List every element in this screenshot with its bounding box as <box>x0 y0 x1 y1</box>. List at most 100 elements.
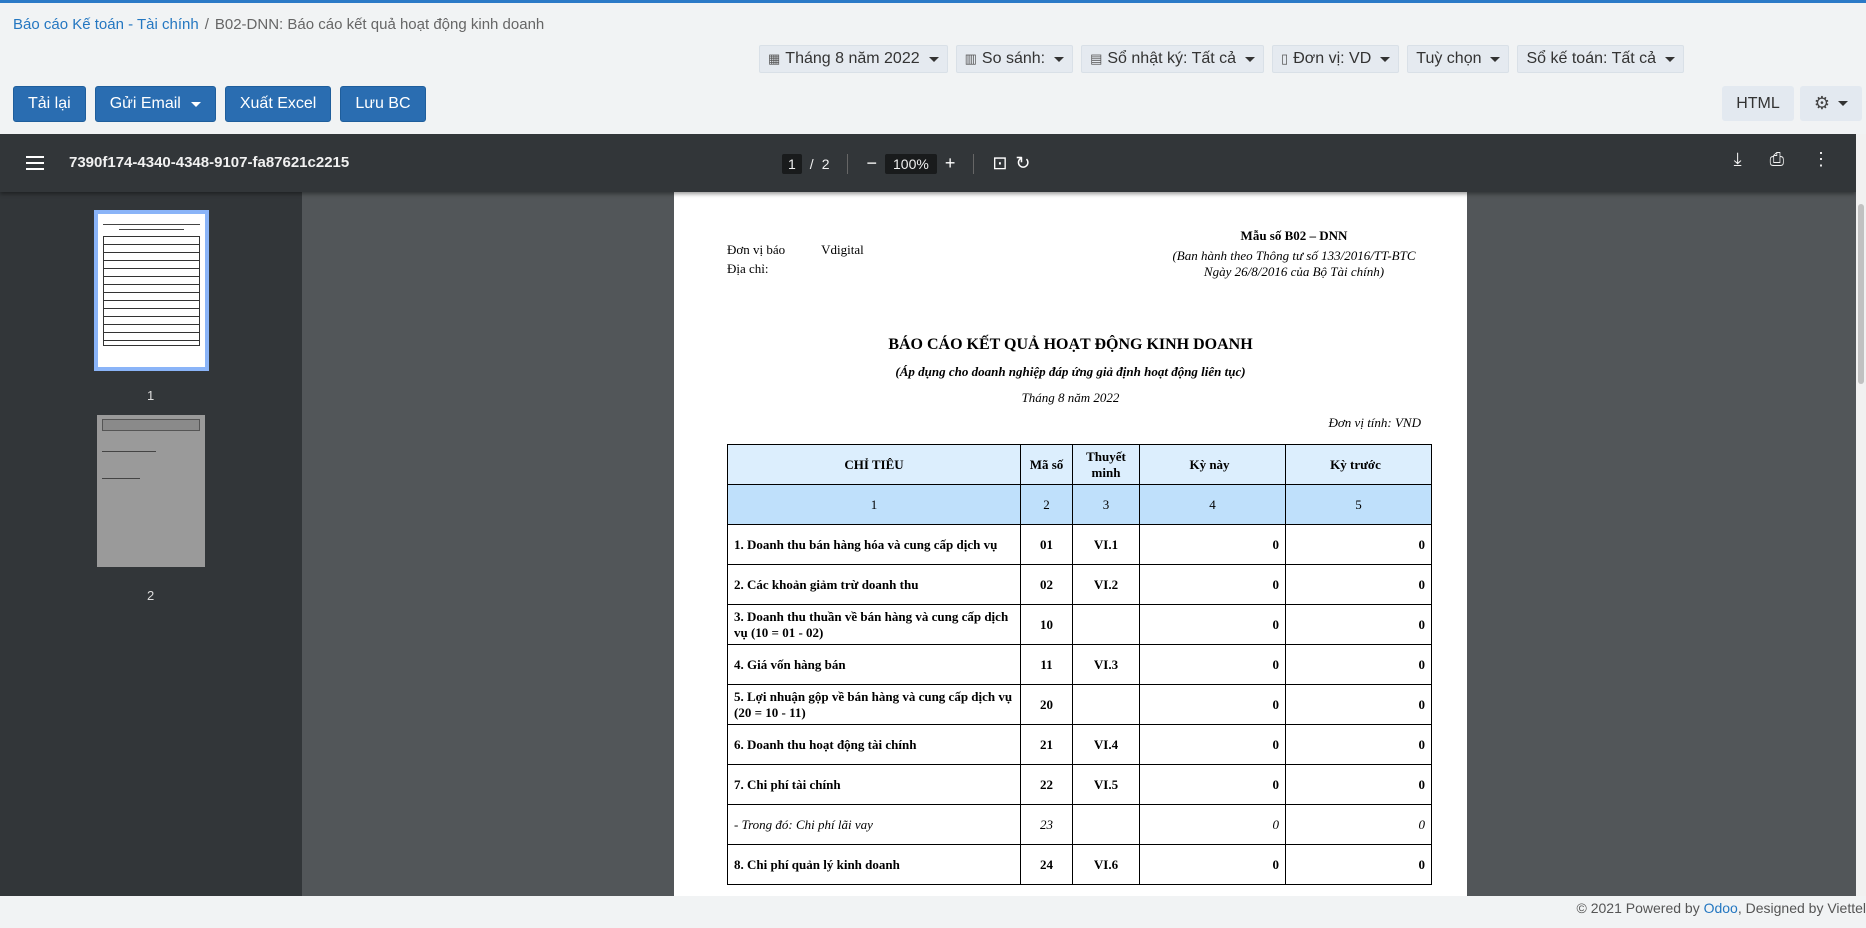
table-header-row: CHỈ TIÊU Mã số Thuyết minh Kỳ này Kỳ trư… <box>727 444 1432 485</box>
odoo-link[interactable]: Odoo <box>1704 900 1738 916</box>
toolbar-divider <box>973 153 975 174</box>
chevron-down-icon <box>1380 56 1391 62</box>
row-label: 5. Lợi nhuận gộp về bán hàng và cung cấp… <box>727 684 1021 725</box>
menu-icon[interactable] <box>26 156 44 170</box>
download-icon[interactable]: ⤓ <box>1734 149 1742 170</box>
more-vert-icon[interactable]: ⋮ <box>1812 149 1830 170</box>
footer-prefix: © 2021 Powered by <box>1576 900 1704 916</box>
options-filter-label: Tuỳ chọn <box>1416 50 1482 67</box>
breadcrumb-separator: / <box>204 16 209 33</box>
breadcrumb-root-link[interactable]: Báo cáo Kế toán - Tài chính <box>13 16 199 33</box>
pdf-actions: ⤓ ⎙ ⋮ <box>1734 149 1830 170</box>
print-icon[interactable]: ⎙ <box>1770 149 1784 170</box>
thumbnail-sidebar: 1 2 <box>0 192 302 896</box>
row-note: VI.1 <box>1072 524 1140 565</box>
row-label: 7. Chi phí tài chính <box>727 764 1021 805</box>
row-code: 23 <box>1020 804 1073 845</box>
row-label: 4. Giá vốn hàng bán <box>727 644 1021 685</box>
rotate-icon[interactable]: ↻ <box>1015 153 1030 174</box>
send-email-button[interactable]: Gửi Email <box>94 86 216 122</box>
breadcrumb-current: B02-DNN: Báo cáo kết quả hoạt động kinh … <box>214 16 545 33</box>
table-row: 4. Giá vốn hàng bán 11 VI.3 0 0 <box>727 644 1432 685</box>
options-filter[interactable]: Tuỳ chọn <box>1407 45 1510 73</box>
send-email-label: Gửi Email <box>109 95 181 112</box>
circular-line-2: Ngày 26/8/2016 của Bộ Tài chính) <box>1203 264 1385 279</box>
row-label: 2. Các khoản giảm trừ doanh thu <box>727 564 1021 605</box>
fit-page-icon[interactable]: ⊡ <box>992 153 1007 174</box>
pdf-page-nav: 1 / 2 − 100% + ⊡ ↻ <box>782 153 1031 174</box>
column-index: 5 <box>1285 484 1432 525</box>
row-current-value: 0 <box>1139 804 1286 845</box>
period-filter-label: Tháng 8 năm 2022 <box>785 50 920 67</box>
journal-filter[interactable]: ▤ Sổ nhật ký: Tất cả <box>1081 45 1265 73</box>
row-label: 1. Doanh thu bán hàng hóa và cung cấp dị… <box>727 524 1021 565</box>
chevron-down-icon <box>1054 56 1065 62</box>
circular-line-1: (Ban hành theo Thông tư số 133/2016/TT-B… <box>1172 248 1416 263</box>
reload-button[interactable]: Tải lại <box>13 86 86 122</box>
row-note <box>1072 804 1140 845</box>
viewer-scrollbar[interactable] <box>1856 134 1866 896</box>
row-code: 10 <box>1020 604 1073 645</box>
pdf-page: Đơn vị báo Vdigital Địa chỉ: Mẫu số B02 –… <box>674 192 1467 896</box>
unit-filter-label: Đơn vị: VD <box>1293 50 1372 67</box>
row-code: 11 <box>1020 644 1073 685</box>
row-code: 01 <box>1020 524 1073 565</box>
row-current-value: 0 <box>1139 524 1286 565</box>
report-table: CHỈ TIÊU Mã số Thuyết minh Kỳ này Kỳ trư… <box>727 444 1432 885</box>
row-note: VI.6 <box>1072 844 1140 885</box>
row-code: 02 <box>1020 564 1073 605</box>
column-index: 1 <box>727 484 1021 525</box>
ledger-filter[interactable]: Sổ kế toán: Tất cả <box>1517 45 1685 73</box>
column-index-row: 1 2 3 4 5 <box>727 484 1432 525</box>
toolbar-divider <box>847 153 849 174</box>
table-row: - Trong đó: Chi phí lãi vay 23 0 0 <box>727 804 1432 845</box>
book-icon: ▤ <box>1090 51 1103 66</box>
page-thumbnail-1[interactable] <box>94 210 209 371</box>
zoom-out-icon[interactable]: − <box>866 153 877 174</box>
row-code: 21 <box>1020 724 1073 765</box>
chevron-down-icon <box>928 56 939 62</box>
table-row: 5. Lợi nhuận gộp về bán hàng và cung cấp… <box>727 684 1432 725</box>
unit-filter[interactable]: ▯ Đơn vị: VD <box>1272 45 1400 73</box>
save-report-button[interactable]: Lưu BC <box>340 86 426 122</box>
row-code: 22 <box>1020 764 1073 805</box>
chevron-down-icon <box>1490 56 1501 62</box>
row-note <box>1072 684 1140 725</box>
column-index: 4 <box>1139 484 1286 525</box>
report-period: Tháng 8 năm 2022 <box>1021 390 1120 405</box>
settings-dropdown-button[interactable]: ⚙ <box>1800 86 1862 121</box>
table-row: 2. Các khoản giảm trừ doanh thu 02 VI.2 0 0 <box>727 564 1432 605</box>
page-number-input[interactable]: 1 <box>782 153 802 174</box>
table-row: 6. Doanh thu hoạt động tài chính 21 VI.4 0 0 <box>727 724 1432 765</box>
column-header: CHỈ TIÊU <box>727 444 1021 485</box>
pdf-document-name: 7390f174-4340-4348-9107-fa87621c2215 <box>69 154 350 171</box>
page-thumbnail-2[interactable] <box>97 415 205 567</box>
compare-filter[interactable]: ▥ So sánh: <box>955 45 1074 73</box>
row-label: 3. Doanh thu thuần về bán hàng và cung c… <box>727 604 1021 645</box>
row-current-value: 0 <box>1139 764 1286 805</box>
top-accent-bar <box>0 0 1866 3</box>
row-current-value: 0 <box>1139 844 1286 885</box>
calendar-icon: ▦ <box>768 51 781 66</box>
period-filter[interactable]: ▦ Tháng 8 năm 2022 <box>759 45 948 73</box>
zoom-level[interactable]: 100% <box>885 153 937 174</box>
footer-suffix: , Designed by Viettel <box>1737 900 1866 916</box>
form-number: Mẫu số B02 – DNN <box>1240 228 1348 243</box>
chevron-down-icon <box>1838 101 1849 106</box>
scrollbar-thumb[interactable] <box>1858 204 1864 384</box>
column-header: Kỳ trước <box>1285 444 1432 485</box>
ledger-filter-label: Sổ kế toán: Tất cả <box>1526 50 1657 67</box>
row-previous-value: 0 <box>1285 724 1432 765</box>
form-info: Mẫu số B02 – DNN (Ban hành theo Thông tư… <box>1144 228 1444 280</box>
html-view-button[interactable]: HTML <box>1722 86 1794 121</box>
row-previous-value: 0 <box>1285 844 1432 885</box>
table-row: 7. Chi phí tài chính 22 VI.5 0 0 <box>727 764 1432 805</box>
row-current-value: 0 <box>1139 564 1286 605</box>
row-current-value: 0 <box>1139 724 1286 765</box>
row-note <box>1072 604 1140 645</box>
export-excel-button[interactable]: Xuất Excel <box>224 86 332 122</box>
row-note: VI.2 <box>1072 564 1140 605</box>
journal-filter-label: Sổ nhật ký: Tất cả <box>1107 50 1237 67</box>
column-header: Kỳ này <box>1139 444 1286 485</box>
zoom-in-icon[interactable]: + <box>945 153 956 174</box>
